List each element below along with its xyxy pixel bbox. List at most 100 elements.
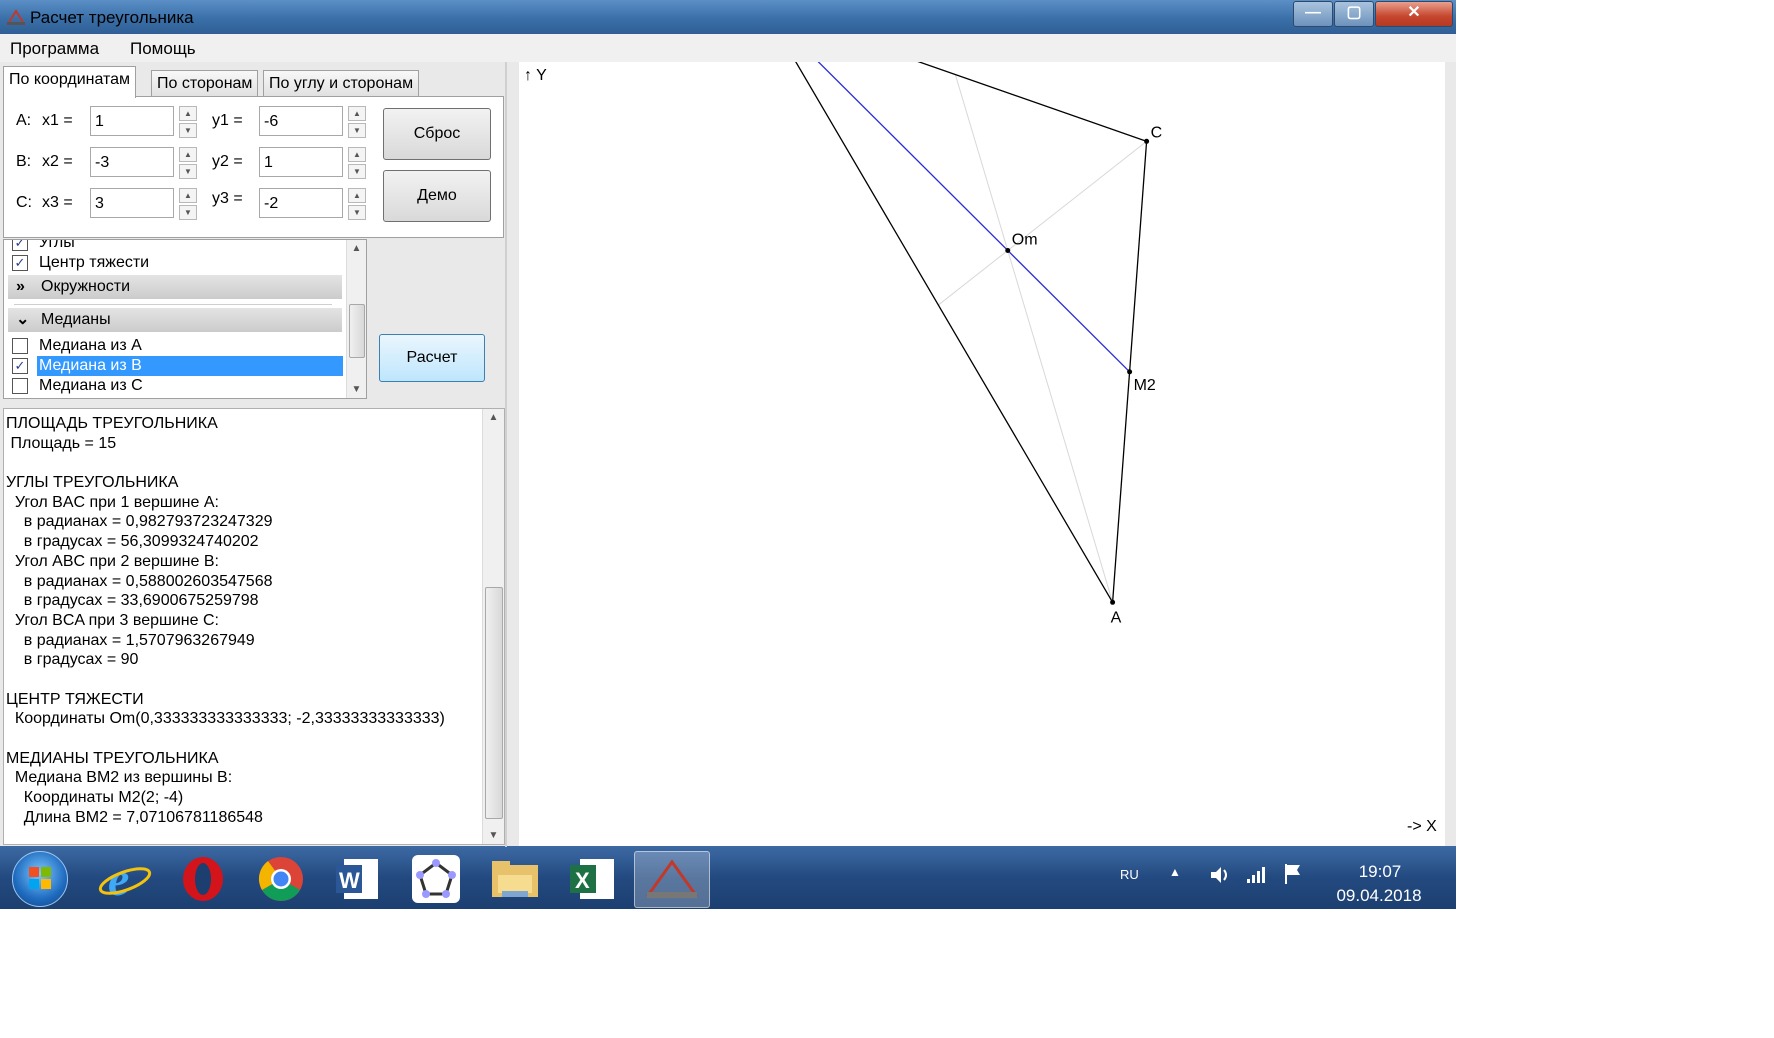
clock-time[interactable]: 19:07 — [1340, 862, 1420, 882]
language-indicator[interactable]: RU — [1120, 867, 1139, 882]
action-center-flag-icon[interactable] — [1282, 862, 1304, 886]
point-m2-marker — [1127, 369, 1133, 375]
result-line: в радианах = 1,5707963267949 — [6, 631, 255, 649]
scroll-up-icon[interactable]: ▲ — [347, 240, 366, 257]
list-item-median-a[interactable]: Медиана из A — [4, 336, 344, 356]
menu-program[interactable]: Программа — [10, 39, 99, 59]
spin-down-icon[interactable]: ▼ — [348, 205, 366, 220]
group-label: Медианы — [41, 311, 111, 328]
spin-up-icon[interactable]: ▲ — [179, 106, 197, 121]
list-item[interactable]: ✓ Углы — [4, 240, 344, 253]
list-item-median-c[interactable]: Медиана из C — [4, 376, 344, 396]
result-textbox[interactable]: ПЛОЩАДЬ ТРЕУГОЛЬНИКА Площадь = 15 УГЛЫ Т… — [3, 408, 505, 845]
result-line: в градусах = 56,3099324740202 — [6, 533, 259, 551]
point-c-marker — [1144, 138, 1150, 144]
start-orb[interactable] — [12, 851, 68, 907]
scroll-up-icon[interactable]: ▲ — [483, 409, 504, 426]
geogebra-icon[interactable] — [400, 851, 474, 906]
clock-date[interactable]: 09.04.2018 — [1324, 886, 1434, 906]
result-line: в радианах = 0,982793723247329 — [6, 513, 273, 531]
tab-sides[interactable]: По сторонам — [151, 70, 259, 97]
scroll-down-icon[interactable]: ▼ — [347, 381, 366, 398]
splitter[interactable] — [505, 62, 507, 847]
volume-icon[interactable] — [1208, 864, 1230, 886]
spin-up-icon[interactable]: ▲ — [348, 106, 366, 121]
network-signal-icon[interactable] — [1245, 864, 1267, 886]
taskbar: e W X RU ▲ — [0, 846, 1456, 909]
y3-field[interactable]: -2 — [259, 188, 343, 218]
internet-explorer-icon[interactable]: e — [88, 851, 162, 906]
demo-button[interactable]: Демо — [383, 170, 491, 222]
point-om-marker — [1005, 247, 1011, 253]
x3-stepper[interactable]: ▲ ▼ — [179, 188, 197, 220]
maximize-button[interactable]: ▢ — [1334, 1, 1374, 27]
result-line: Угол BCA при 3 вершине C: — [6, 611, 219, 629]
x2-field[interactable]: -3 — [90, 147, 174, 177]
scroll-down-icon[interactable]: ▼ — [483, 827, 504, 844]
x1-field[interactable]: 1 — [90, 106, 174, 136]
spin-down-icon[interactable]: ▼ — [179, 205, 197, 220]
checkbox-checked-icon[interactable]: ✓ — [12, 240, 28, 251]
options-scrollbar[interactable]: ▲ ▼ — [346, 240, 366, 398]
checkbox-icon[interactable] — [12, 378, 28, 394]
triangle-app-icon[interactable] — [634, 851, 710, 908]
group-header-circles[interactable]: » Окружности — [8, 275, 342, 299]
menu-help[interactable]: Помощь — [130, 39, 196, 59]
tab-coordinates[interactable]: По координатам — [3, 66, 137, 98]
collapse-chevron-icon: ⌄ — [16, 311, 30, 328]
show-hidden-icons-icon[interactable]: ▲ — [1169, 865, 1181, 879]
result-line: Длина BM2 = 7,07106781186548 — [6, 808, 263, 826]
spin-down-icon[interactable]: ▼ — [179, 123, 197, 138]
minimize-button[interactable]: — — [1293, 1, 1333, 27]
reset-button[interactable]: Сброс — [383, 108, 491, 160]
excel-icon[interactable]: X — [556, 851, 630, 906]
x3-field[interactable]: 3 — [90, 188, 174, 218]
spin-down-icon[interactable]: ▼ — [348, 123, 366, 138]
result-line: Площадь = 15 — [6, 434, 117, 452]
file-explorer-icon[interactable] — [478, 851, 552, 906]
list-item-centroid[interactable]: ✓ Центр тяжести — [4, 253, 344, 273]
y2-stepper[interactable]: ▲ ▼ — [348, 147, 366, 179]
result-scrollbar[interactable]: ▲ ▼ — [482, 409, 504, 844]
spin-up-icon[interactable]: ▲ — [179, 147, 197, 162]
menu-bar: Программа Помощь — [0, 34, 1456, 62]
scroll-thumb[interactable] — [349, 304, 365, 358]
checkbox-checked-icon[interactable]: ✓ — [12, 358, 28, 374]
word-icon[interactable]: W — [322, 851, 396, 906]
point-a-label: A — [1111, 609, 1122, 626]
scroll-thumb[interactable] — [485, 587, 503, 819]
group-label: Окружности — [41, 278, 131, 295]
result-lines: ПЛОЩАДЬ ТРЕУГОЛЬНИКА Площадь = 15 УГЛЫ Т… — [6, 414, 476, 827]
y2-field[interactable]: 1 — [259, 147, 343, 177]
x1-stepper[interactable]: ▲ ▼ — [179, 106, 197, 138]
close-button[interactable]: ✕ — [1375, 1, 1453, 27]
result-line: МЕДИАНЫ ТРЕУГОЛЬНИКА — [6, 749, 219, 767]
x2-stepper[interactable]: ▲ ▼ — [179, 147, 197, 179]
checkbox-checked-icon[interactable]: ✓ — [12, 255, 28, 271]
chrome-icon[interactable] — [244, 851, 318, 906]
list-item-median-b[interactable]: ✓ Медиана из B — [4, 356, 344, 376]
side-ab — [795, 62, 1114, 603]
calculate-button[interactable]: Расчет — [379, 334, 485, 382]
plot-canvas[interactable]: ↑ Y -> X ABCOmM2 — [519, 62, 1445, 847]
spin-down-icon[interactable]: ▼ — [179, 164, 197, 179]
result-line — [6, 453, 476, 473]
spin-up-icon[interactable]: ▲ — [348, 188, 366, 203]
y2-label: y2 = — [212, 153, 243, 170]
option-label: Центр тяжести — [39, 254, 150, 271]
opera-icon[interactable] — [166, 851, 240, 906]
checkbox-icon[interactable] — [12, 338, 28, 354]
group-header-medians[interactable]: ⌄ Медианы — [8, 308, 342, 332]
tab-angle-sides[interactable]: По углу и сторонам — [263, 70, 420, 97]
spin-up-icon[interactable]: ▲ — [179, 188, 197, 203]
title-bar[interactable]: Расчет треугольника — ▢ ✕ — [0, 0, 1456, 34]
median-guide-c — [938, 140, 1147, 306]
x1-label: x1 = — [42, 112, 73, 129]
spin-up-icon[interactable]: ▲ — [348, 147, 366, 162]
y3-stepper[interactable]: ▲ ▼ — [348, 188, 366, 220]
result-line: в радианах = 0,588002603547568 — [6, 572, 273, 590]
window-title: Расчет треугольника — [30, 8, 194, 27]
y1-stepper[interactable]: ▲ ▼ — [348, 106, 366, 138]
y1-field[interactable]: -6 — [259, 106, 343, 136]
spin-down-icon[interactable]: ▼ — [348, 164, 366, 179]
